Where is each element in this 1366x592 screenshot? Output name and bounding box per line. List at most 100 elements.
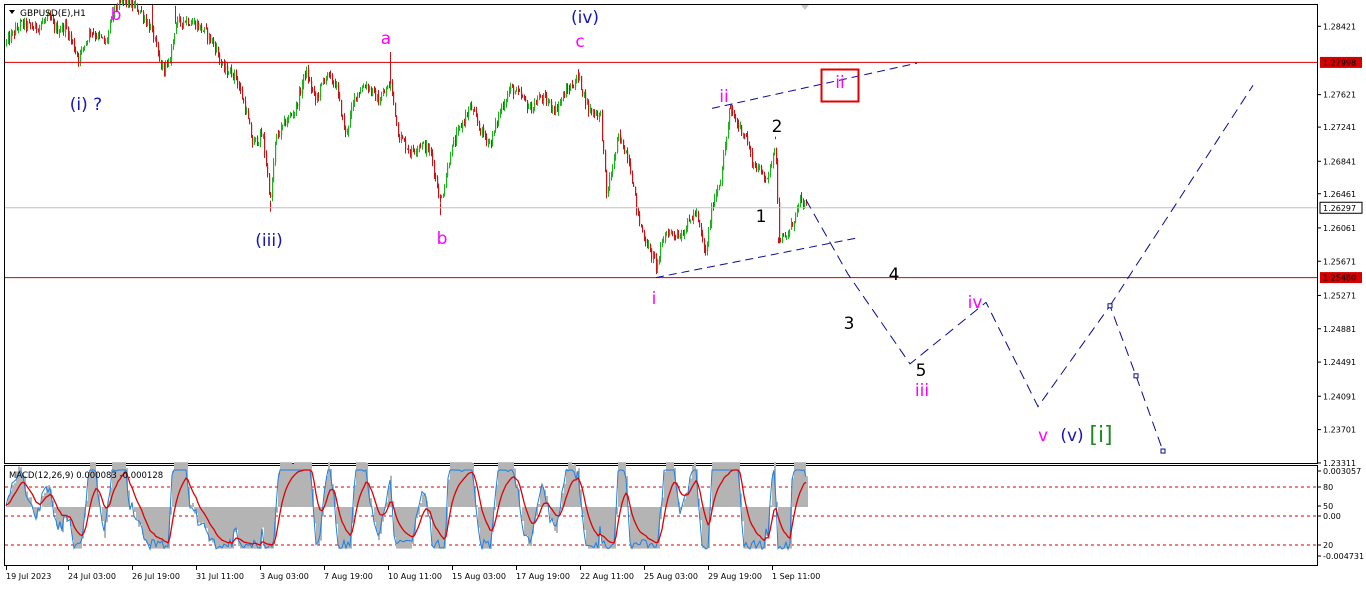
candle-body — [279, 135, 280, 136]
candle-body — [432, 153, 433, 163]
candle-body — [624, 149, 625, 153]
candle-body — [513, 86, 514, 94]
macd-histogram-bar — [690, 478, 692, 507]
candle-body — [375, 90, 376, 101]
candle-body — [564, 93, 565, 97]
macd-histogram-bar — [122, 462, 124, 507]
candle-body — [696, 213, 697, 214]
candle-body — [408, 149, 409, 151]
candle-body — [579, 76, 580, 78]
macd-histogram-bar — [294, 462, 296, 507]
macd-histogram-bar — [372, 506, 374, 507]
macd-histogram-bar — [686, 494, 688, 507]
candle-body — [96, 36, 97, 37]
candle-body — [264, 136, 265, 153]
candle-body — [420, 146, 421, 147]
macd-histogram-bar — [668, 462, 670, 507]
wave-label-b-low: b — [437, 229, 448, 249]
macd-histogram-bar — [262, 507, 264, 528]
candle-body — [651, 248, 652, 258]
candle-body — [783, 235, 784, 237]
candle-body — [231, 69, 232, 77]
candle-body — [501, 106, 502, 112]
candle-body — [615, 152, 616, 156]
candle-body — [609, 177, 610, 190]
macd-histogram-bar — [268, 507, 270, 549]
candle-body — [612, 168, 613, 174]
candle-body — [588, 101, 589, 111]
candle-body — [681, 234, 682, 238]
candle-body — [621, 140, 622, 141]
candle-body — [483, 128, 484, 135]
wave-label-ii-boxed: ii — [835, 73, 844, 93]
candle-body — [242, 90, 243, 99]
macd-histogram-bar — [114, 462, 116, 507]
candle-body — [591, 108, 592, 113]
macd-histogram-bar — [306, 462, 308, 507]
macd-histogram-bar — [724, 462, 726, 507]
macd-histogram-bar — [360, 462, 362, 507]
wave-label-2: 2 — [772, 117, 783, 137]
macd-tick-label: 20 — [1323, 541, 1333, 550]
time-tick-label: 17 Aug 19:00 — [516, 572, 570, 581]
candle-body — [581, 76, 582, 90]
macd-histogram-bar — [732, 462, 734, 507]
candle-body — [519, 91, 520, 92]
macd-histogram-bar — [202, 507, 204, 523]
candle-body — [456, 132, 457, 143]
macd-histogram-bar — [220, 507, 222, 549]
candle-body — [462, 122, 463, 128]
macd-histogram-bar — [684, 499, 686, 507]
macd-histogram-bar — [290, 462, 292, 507]
macd-histogram-bar — [650, 507, 652, 549]
candle-body — [531, 104, 532, 113]
price-tick-label: 1.24091 — [1323, 392, 1356, 401]
macd-histogram-bar — [730, 462, 732, 507]
candle-body — [180, 17, 181, 23]
candle-body — [789, 229, 790, 235]
candle-body — [342, 116, 343, 117]
macd-histogram-bar — [794, 462, 796, 507]
candle-body — [297, 104, 298, 107]
candle-body — [573, 87, 574, 88]
projection-anchor-2 — [1134, 374, 1138, 378]
macd-histogram-bar — [566, 469, 568, 507]
candle-body — [144, 18, 145, 20]
candle-body — [444, 187, 445, 195]
candle-body — [341, 100, 342, 116]
candle-body — [441, 197, 442, 198]
macd-histogram-bar — [192, 503, 194, 507]
candle-body — [672, 231, 673, 234]
symbol-label: GBPUSD(E),H1 — [20, 9, 86, 19]
candle-body — [21, 21, 22, 22]
macd-histogram-bar — [340, 507, 342, 549]
macd-histogram-bar — [118, 462, 120, 507]
macd-histogram-bar — [124, 462, 126, 507]
candle-body — [570, 85, 571, 91]
candle-body — [717, 189, 718, 194]
macd-histogram-bar — [222, 507, 224, 549]
candle-body — [6, 41, 7, 44]
macd-histogram-bar — [778, 507, 780, 549]
wave-label-1: 1 — [756, 207, 767, 227]
macd-histogram-bar — [648, 507, 650, 549]
candle-body — [459, 126, 460, 129]
candle-body — [657, 260, 658, 269]
candle-body — [402, 136, 403, 139]
candle-body — [384, 92, 385, 93]
candle-body — [210, 35, 211, 42]
candle-body — [705, 249, 706, 252]
candle-body — [801, 197, 802, 200]
candle-body — [795, 213, 796, 223]
candle-body — [162, 63, 163, 69]
candle-body — [648, 245, 649, 248]
candle-body — [702, 233, 703, 240]
candle-body — [57, 25, 58, 33]
candle-body — [249, 119, 250, 124]
macd-histogram-bar — [138, 507, 140, 527]
candle-body — [272, 182, 273, 198]
macd-histogram-bar — [410, 507, 412, 549]
candle-body — [225, 66, 226, 70]
wave-label-4: 4 — [889, 265, 900, 285]
candle-body — [366, 85, 367, 87]
